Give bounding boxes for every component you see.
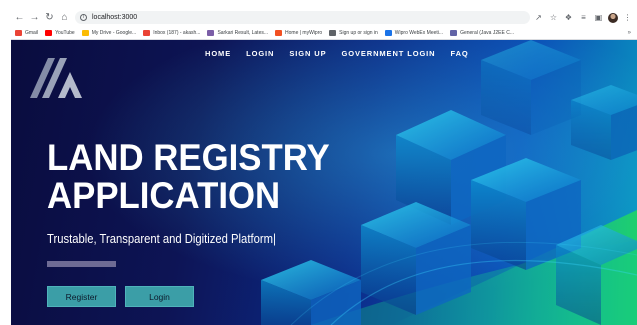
bookmark-label: Wipro WebEx Meeti... [394,29,444,36]
hero-divider-bar [47,261,116,267]
reload-icon[interactable]: ↻ [43,11,56,24]
bookmark-label: Inbox (187) - akash... [153,29,201,36]
share-icon[interactable]: ↗ [533,12,544,23]
teams-icon [450,29,458,36]
bookmark-item[interactable]: Gmail [15,29,39,36]
back-arrow-icon[interactable]: ← [13,11,26,24]
bookmarks-more-button[interactable]: » [628,30,631,36]
hero-tagline: Trustable, Transparent and Digitized Pla… [47,232,276,246]
browser-window: ← → ↻ ⌂ i localhost:3000 ↗ ☆ ❖ ≡ ▣ ⋮ Gma… [11,9,637,325]
webex-icon [384,29,392,36]
youtube-icon [45,29,53,36]
extension-icon[interactable]: ❖ [563,12,574,23]
site-info-icon[interactable]: i [80,14,87,21]
gmail-icon [143,29,151,36]
hero-title-line-1: LAND REGISTRY [47,137,330,178]
bookmark-item[interactable]: My Drive - Google... [81,29,137,36]
top-navigation: HOME LOGIN SIGN UP GOVERNMENT LOGIN FAQ [205,49,469,58]
gmail-icon [15,29,22,36]
bookmark-item[interactable]: Inbox (187) - akash... [143,29,201,36]
globe-icon [329,29,337,36]
bookmark-label: YouTube [55,29,75,36]
reading-list-icon[interactable]: ≡ [578,12,589,23]
bookmark-label: Gmail [25,29,39,36]
bookmark-item[interactable]: YouTube [45,29,75,36]
toolbar-actions: ↗ ☆ ❖ ≡ ▣ ⋮ [533,12,637,23]
hero-title-line-2: APPLICATION [47,175,281,216]
windows-icon [275,29,283,36]
bookmark-item[interactable]: Sign up or sign in [329,29,378,36]
app-logo [30,58,82,98]
nav-faq-link[interactable]: FAQ [451,49,469,58]
globe-icon [207,29,215,36]
google-drive-icon [81,29,89,36]
profile-avatar[interactable] [608,12,618,23]
nav-signup-link[interactable]: SIGN UP [289,49,326,58]
url-text: localhost:3000 [92,14,138,21]
bookmark-item[interactable]: Home | myWipro [275,29,323,36]
nav-government-login-link[interactable]: GOVERNMENT LOGIN [342,49,436,58]
bookmark-item[interactable]: Sarkari Result, Lates... [207,29,269,36]
browser-toolbar: ← → ↻ ⌂ i localhost:3000 ↗ ☆ ❖ ≡ ▣ ⋮ [11,9,637,26]
landing-page: HOME LOGIN SIGN UP GOVERNMENT LOGIN FAQ … [11,40,637,325]
forward-arrow-icon[interactable]: → [28,11,41,24]
home-icon[interactable]: ⌂ [58,11,71,24]
nav-home-link[interactable]: HOME [205,49,231,58]
register-button[interactable]: Register [47,286,116,307]
bookmark-label: Sign up or sign in [339,29,378,36]
bookmark-label: General (Java J2EE C... [460,29,514,36]
login-button[interactable]: Login [125,286,194,307]
nav-login-link[interactable]: LOGIN [246,49,274,58]
address-bar[interactable]: i localhost:3000 [75,11,530,24]
bookmark-label: My Drive - Google... [91,29,137,36]
hero-title: LAND REGISTRY APPLICATION [47,139,330,215]
bookmark-label: Sarkari Result, Lates... [217,29,269,36]
star-bookmark-icon[interactable]: ☆ [548,12,559,23]
bookmark-item[interactable]: General (Java J2EE C... [450,29,514,36]
bookmark-item[interactable]: Wipro WebEx Meeti... [384,29,444,36]
menu-kebab-icon[interactable]: ⋮ [622,12,633,23]
bookmark-label: Home | myWipro [285,29,323,36]
side-panel-icon[interactable]: ▣ [593,12,604,23]
bookmarks-bar: Gmail YouTube My Drive - Google... Inbox (1… [11,26,637,40]
